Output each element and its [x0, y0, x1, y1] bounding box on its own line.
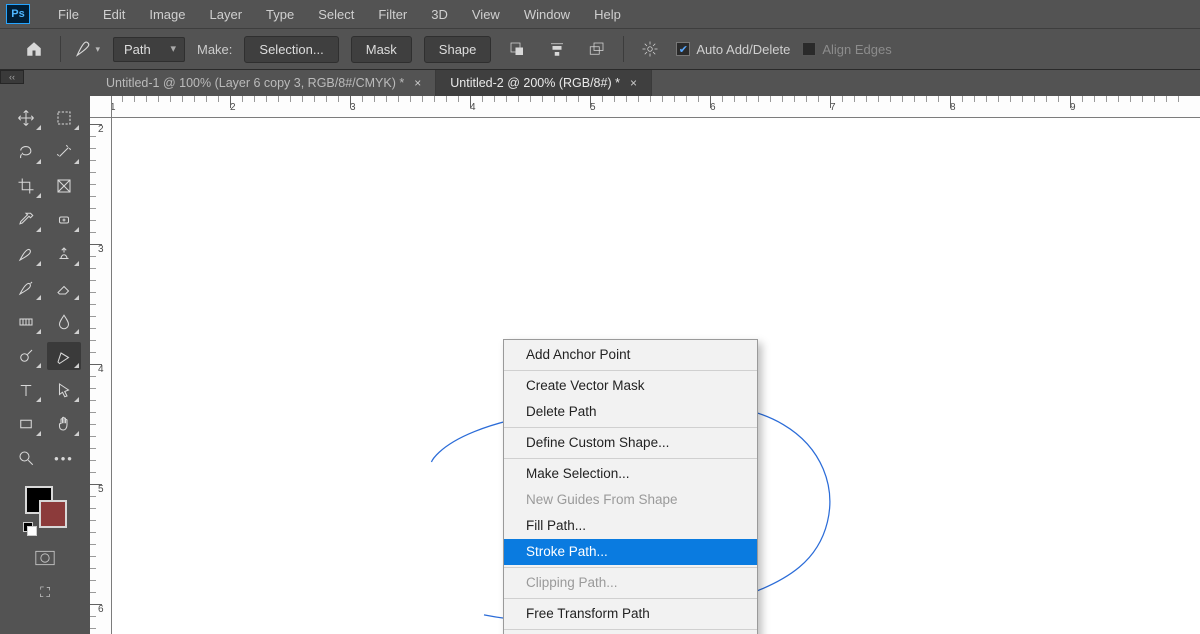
ctx-delete-path[interactable]: Delete Path — [504, 399, 757, 425]
ruler-tick-label: 4 — [98, 364, 104, 375]
ctx-add-anchor-point[interactable]: Add Anchor Point — [504, 342, 757, 368]
path-selection-tool-icon[interactable] — [47, 376, 81, 404]
zoom-tool-icon[interactable] — [9, 444, 43, 472]
document-tabs: Untitled-1 @ 100% (Layer 6 copy 3, RGB/8… — [92, 70, 1200, 96]
options-bar: ▾ Path Make: Selection... Mask Shape ✔ A… — [0, 28, 1200, 70]
eyedropper-tool-icon[interactable] — [9, 206, 43, 234]
hand-tool-icon[interactable] — [47, 410, 81, 438]
ctx-unite-shapes: Unite Shapes — [504, 629, 757, 634]
screen-mode-icon[interactable]: ⛶ — [28, 578, 62, 606]
ruler-tick-label: 3 — [98, 244, 104, 255]
dodge-tool-icon[interactable] — [9, 342, 43, 370]
selection-button[interactable]: Selection... — [244, 36, 338, 63]
type-tool-icon[interactable] — [9, 376, 43, 404]
menu-bar: Ps File Edit Image Layer Type Select Fil… — [0, 0, 1200, 28]
ruler-tick-label: 5 — [98, 484, 104, 495]
gradient-tool-icon[interactable] — [9, 308, 43, 336]
ctx-create-vector-mask[interactable]: Create Vector Mask — [504, 370, 757, 399]
ctx-stroke-path[interactable]: Stroke Path... — [504, 539, 757, 565]
document-tab-1[interactable]: Untitled-1 @ 100% (Layer 6 copy 3, RGB/8… — [92, 70, 436, 96]
checkbox-empty-icon — [802, 42, 816, 56]
menu-file[interactable]: File — [46, 3, 91, 26]
tool-preset-icon[interactable]: ▾ — [73, 35, 101, 63]
healing-tool-icon[interactable] — [47, 206, 81, 234]
marquee-tool-icon[interactable] — [47, 104, 81, 132]
path-operations-icon[interactable] — [503, 35, 531, 63]
auto-add-delete-label: Auto Add/Delete — [696, 42, 790, 57]
ctx-clipping-path: Clipping Path... — [504, 567, 757, 596]
rectangle-tool-icon[interactable] — [9, 410, 43, 438]
brush-tool-icon[interactable] — [9, 240, 43, 268]
context-menu: Add Anchor Point Create Vector Mask Dele… — [503, 339, 758, 634]
menu-help[interactable]: Help — [582, 3, 633, 26]
ctx-free-transform-path[interactable]: Free Transform Path — [504, 598, 757, 627]
magic-wand-tool-icon[interactable] — [47, 138, 81, 166]
move-tool-icon[interactable] — [9, 104, 43, 132]
panel-collapse-icon[interactable]: ‹‹ — [0, 70, 24, 84]
frame-tool-icon[interactable] — [47, 172, 81, 200]
clone-stamp-tool-icon[interactable] — [47, 240, 81, 268]
auto-add-delete-checkbox[interactable]: ✔ Auto Add/Delete — [676, 42, 790, 57]
ruler-tick-label: 6 — [98, 604, 104, 615]
home-icon[interactable] — [20, 35, 48, 63]
canvas-area: 1 2 3 4 5 6 7 8 9 2 3 4 5 6 Add Anchor P… — [90, 96, 1200, 634]
close-icon[interactable]: × — [414, 76, 421, 90]
crop-tool-icon[interactable] — [9, 172, 43, 200]
menu-select[interactable]: Select — [306, 3, 366, 26]
menu-window[interactable]: Window — [512, 3, 582, 26]
blur-tool-icon[interactable] — [47, 308, 81, 336]
shape-button[interactable]: Shape — [424, 36, 492, 63]
ctx-define-custom-shape[interactable]: Define Custom Shape... — [504, 427, 757, 456]
menu-edit[interactable]: Edit — [91, 3, 137, 26]
pen-tool-icon[interactable] — [47, 342, 81, 370]
document-tab-label: Untitled-2 @ 200% (RGB/8#) * — [450, 76, 620, 90]
tool-palette: ••• ⛶ — [0, 96, 90, 634]
align-edges-label: Align Edges — [822, 42, 891, 57]
eraser-tool-icon[interactable] — [47, 274, 81, 302]
ctx-new-guides-from-shape: New Guides From Shape — [504, 487, 757, 513]
app-logo: Ps — [6, 4, 30, 24]
menu-view[interactable]: View — [460, 3, 512, 26]
ruler-tick-label: 2 — [98, 124, 104, 135]
quick-mask-icon[interactable] — [28, 544, 62, 572]
make-label: Make: — [197, 42, 232, 57]
mask-button[interactable]: Mask — [351, 36, 412, 63]
background-color[interactable] — [39, 500, 67, 528]
path-alignment-icon[interactable] — [543, 35, 571, 63]
gear-icon[interactable] — [636, 35, 664, 63]
document-tab-2[interactable]: Untitled-2 @ 200% (RGB/8#) * × — [436, 70, 652, 96]
mode-select[interactable]: Path — [113, 37, 185, 62]
ruler-horizontal[interactable]: 1 2 3 4 5 6 7 8 9 — [90, 96, 1200, 118]
menu-type[interactable]: Type — [254, 3, 306, 26]
menu-filter[interactable]: Filter — [366, 3, 419, 26]
lasso-tool-icon[interactable] — [9, 138, 43, 166]
close-icon[interactable]: × — [630, 76, 637, 90]
default-colors-icon[interactable] — [23, 522, 35, 534]
path-arrangement-icon[interactable] — [583, 35, 611, 63]
menu-image[interactable]: Image — [137, 3, 197, 26]
mode-label: Path — [124, 42, 151, 57]
document-tab-label: Untitled-1 @ 100% (Layer 6 copy 3, RGB/8… — [106, 76, 404, 90]
menu-layer[interactable]: Layer — [198, 3, 255, 26]
ruler-vertical[interactable]: 2 3 4 5 6 — [90, 96, 112, 634]
ctx-make-selection[interactable]: Make Selection... — [504, 458, 757, 487]
ctx-fill-path[interactable]: Fill Path... — [504, 513, 757, 539]
history-brush-tool-icon[interactable] — [9, 274, 43, 302]
checkmark-icon: ✔ — [676, 42, 690, 56]
menu-3d[interactable]: 3D — [419, 3, 460, 26]
color-swatches[interactable] — [21, 486, 69, 530]
align-edges-checkbox: Align Edges — [802, 42, 891, 57]
ruler-origin[interactable] — [90, 96, 112, 118]
edit-toolbar-icon[interactable]: ••• — [47, 444, 81, 472]
